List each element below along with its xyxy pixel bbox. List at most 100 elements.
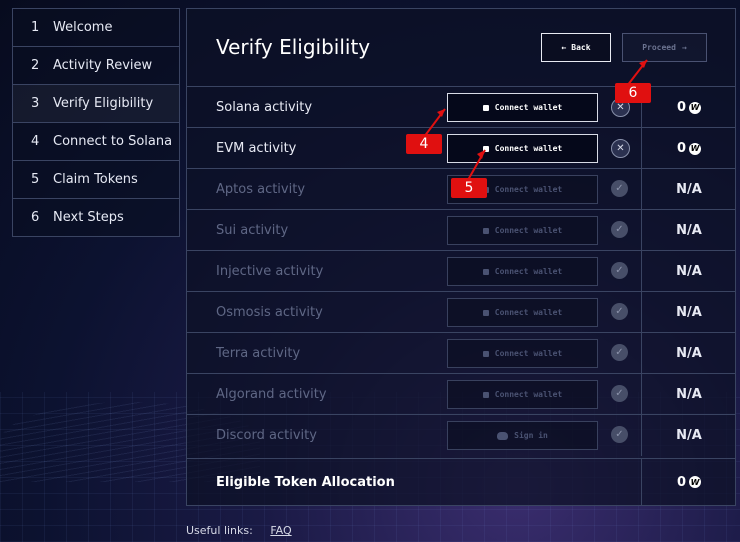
step-number: 2: [31, 58, 40, 73]
activity-row-discord: Discord activity Sign in ✓ N/A: [187, 414, 735, 456]
step-next-steps[interactable]: 6 Next Steps: [13, 199, 179, 236]
connect-wallet-button-algorand[interactable]: Connect wallet: [447, 380, 598, 409]
activity-name: Algorand activity: [216, 387, 327, 402]
sign-in-label: Sign in: [514, 431, 548, 440]
annotation-marker-4: 4: [406, 134, 442, 154]
allocation-amount: N/A: [676, 223, 702, 238]
connect-wallet-label: Connect wallet: [494, 185, 563, 194]
discord-sign-in-button[interactable]: Sign in: [447, 421, 598, 450]
step-connect-to-solana[interactable]: 4 Connect to Solana: [13, 123, 179, 161]
allocation-value: N/A: [641, 374, 736, 415]
allocation-amount: 0: [676, 141, 687, 156]
w-token-icon: W: [689, 101, 702, 114]
w-token-icon: W: [689, 476, 702, 488]
wallet-icon: [482, 391, 489, 398]
connect-wallet-label: Connect wallet: [494, 390, 563, 399]
wallet-icon: [482, 350, 489, 357]
step-label: Next Steps: [53, 210, 124, 225]
connect-wallet-button-solana[interactable]: Connect wallet: [447, 93, 598, 122]
allocation-value: 0 W: [641, 87, 736, 128]
activity-name: Solana activity: [216, 100, 313, 115]
activity-name: Aptos activity: [216, 182, 306, 197]
allocation-value: 0 W: [641, 128, 736, 169]
step-welcome[interactable]: 1 Welcome: [13, 9, 179, 47]
step-label: Claim Tokens: [53, 172, 138, 187]
status-check-icon: ✓: [611, 426, 628, 443]
total-allocation-value: 0 W: [641, 459, 736, 505]
allocation-amount: N/A: [676, 428, 702, 443]
back-button[interactable]: ← Back: [541, 33, 611, 62]
discord-icon: [497, 431, 509, 440]
allocation-value: N/A: [641, 292, 736, 333]
connect-wallet-label: Connect wallet: [494, 226, 563, 235]
connect-wallet-button-sui[interactable]: Connect wallet: [447, 216, 598, 245]
connect-wallet-button-evm[interactable]: Connect wallet: [447, 134, 598, 163]
allocation-amount: N/A: [676, 182, 702, 197]
wallet-icon: [482, 309, 489, 316]
allocation-value: N/A: [641, 169, 736, 210]
activity-name: Discord activity: [216, 428, 317, 443]
activity-row-terra: Terra activity Connect wallet ✓ N/A: [187, 332, 735, 374]
connect-wallet-label: Connect wallet: [494, 267, 563, 276]
connect-wallet-label: Connect wallet: [494, 103, 563, 112]
activity-row-sui: Sui activity Connect wallet ✓ N/A: [187, 209, 735, 251]
wallet-icon: [482, 227, 489, 234]
connect-wallet-button-osmosis[interactable]: Connect wallet: [447, 298, 598, 327]
verify-eligibility-panel: Verify Eligibility ← Back Proceed → Sola…: [186, 8, 736, 506]
step-number: 6: [31, 210, 40, 225]
arrow-right-icon: →: [681, 43, 687, 52]
step-label: Welcome: [53, 20, 113, 35]
activity-row-algorand: Algorand activity Connect wallet ✓ N/A: [187, 373, 735, 415]
step-number: 1: [31, 20, 40, 35]
step-number: 3: [31, 96, 40, 111]
activity-row-evm: EVM activity Connect wallet ✕ 0 W: [187, 127, 735, 169]
status-check-icon: ✓: [611, 221, 628, 238]
activity-name: EVM activity: [216, 141, 297, 156]
w-token-icon: W: [689, 142, 702, 155]
back-button-label: Back: [571, 43, 591, 52]
allocation-amount: N/A: [676, 346, 702, 361]
status-x-icon: ✕: [611, 139, 630, 158]
annotation-marker-5: 5: [451, 178, 487, 198]
activity-name: Sui activity: [216, 223, 289, 238]
arrow-left-icon: ←: [561, 43, 567, 52]
step-verify-eligibility[interactable]: 3 Verify Eligibility: [13, 85, 179, 123]
connect-wallet-button-injective[interactable]: Connect wallet: [447, 257, 598, 286]
connect-wallet-button-terra[interactable]: Connect wallet: [447, 339, 598, 368]
allocation-amount: N/A: [676, 305, 702, 320]
connect-wallet-label: Connect wallet: [494, 349, 563, 358]
step-activity-review[interactable]: 2 Activity Review: [13, 47, 179, 85]
activity-name: Osmosis activity: [216, 305, 323, 320]
annotation-marker-6: 6: [615, 83, 651, 103]
allocation-value: N/A: [641, 210, 736, 251]
proceed-button[interactable]: Proceed →: [622, 33, 707, 62]
connect-wallet-label: Connect wallet: [494, 308, 563, 317]
wallet-icon: [482, 268, 489, 275]
total-allocation-amount: 0: [676, 474, 687, 490]
wallet-icon: [482, 145, 489, 152]
allocation-value: N/A: [641, 415, 736, 456]
step-claim-tokens[interactable]: 5 Claim Tokens: [13, 161, 179, 199]
allocation-value: N/A: [641, 333, 736, 374]
total-allocation-row: Eligible Token Allocation 0 W: [187, 458, 735, 505]
status-check-icon: ✓: [611, 344, 628, 361]
step-number: 4: [31, 134, 40, 149]
allocation-amount: 0: [676, 100, 687, 115]
status-check-icon: ✓: [611, 385, 628, 402]
page-title: Verify Eligibility: [216, 35, 371, 59]
proceed-button-label: Proceed: [642, 43, 676, 52]
wallet-icon: [482, 104, 489, 111]
step-label: Connect to Solana: [53, 134, 173, 149]
useful-links-label: Useful links:: [186, 524, 253, 537]
activity-name: Injective activity: [216, 264, 324, 279]
allocation-amount: N/A: [676, 387, 702, 402]
activity-row-injective: Injective activity Connect wallet ✓ N/A: [187, 250, 735, 292]
activity-row-osmosis: Osmosis activity Connect wallet ✓ N/A: [187, 291, 735, 333]
activity-row-solana: Solana activity Connect wallet ✕ 0 W: [187, 86, 735, 128]
allocation-amount: N/A: [676, 264, 702, 279]
step-label: Activity Review: [53, 58, 153, 73]
faq-link[interactable]: FAQ: [270, 524, 291, 537]
steps-sidebar: 1 Welcome 2 Activity Review 3 Verify Eli…: [12, 8, 180, 237]
connect-wallet-label: Connect wallet: [494, 144, 563, 153]
step-number: 5: [31, 172, 40, 187]
